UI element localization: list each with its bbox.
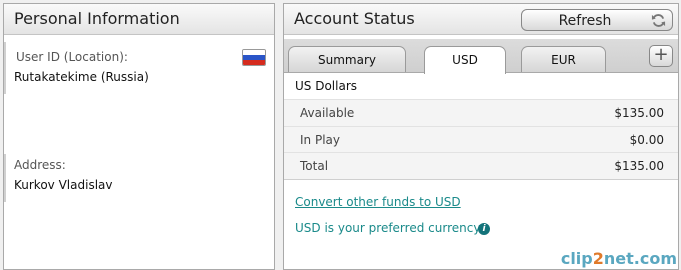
preferred-currency-note: USD is your preferred currency	[295, 221, 481, 235]
watermark-text: net.com	[603, 249, 677, 268]
add-tab-button[interactable]: +	[649, 45, 673, 67]
user-id-value: Rutakatekime (Russia)	[14, 70, 149, 84]
personal-info-title: Personal Information	[14, 9, 180, 28]
balance-label: Total	[300, 159, 329, 173]
balance-value: $135.00	[614, 159, 664, 173]
plus-icon: +	[653, 44, 669, 65]
user-id-label: User ID (Location):	[16, 50, 128, 64]
divider	[4, 42, 6, 94]
tab-usd[interactable]: USD	[424, 46, 506, 74]
balance-table: Available $135.00 In Play $0.00 Total $1…	[284, 99, 678, 180]
watermark-text: clip	[560, 249, 593, 268]
tab-summary-label: Summary	[318, 53, 376, 67]
tab-eur-label: EUR	[551, 53, 576, 67]
refresh-label: Refresh	[558, 13, 612, 29]
address-value: Kurkov Vladislav	[14, 178, 113, 192]
account-status-panel: Account Status Refresh Summary USD EUR +…	[283, 3, 679, 270]
refresh-icon	[651, 14, 666, 27]
personal-info-header: Personal Information	[4, 4, 274, 35]
balance-row-available: Available $135.00	[284, 99, 678, 126]
tab-usd-label: USD	[452, 53, 478, 67]
balance-row-in-play: In Play $0.00	[284, 126, 678, 153]
info-icon[interactable]: i	[478, 223, 490, 235]
currency-tabbar: Summary USD EUR +	[284, 39, 678, 74]
watermark-logo: clip2net.com	[561, 249, 677, 268]
balance-row-total: Total $135.00	[284, 152, 678, 179]
balance-value: $135.00	[614, 106, 664, 120]
convert-funds-link[interactable]: Convert other funds to USD	[295, 195, 461, 209]
personal-info-panel: Personal Information User ID (Location):…	[3, 3, 275, 270]
balance-value: $0.00	[629, 133, 664, 147]
address-label: Address:	[14, 158, 66, 172]
divider	[4, 154, 6, 202]
account-status-title: Account Status	[294, 9, 415, 28]
currency-title: US Dollars	[284, 73, 678, 99]
refresh-button[interactable]: Refresh	[521, 9, 673, 31]
tab-eur[interactable]: EUR	[521, 46, 606, 72]
watermark-text: 2	[592, 249, 604, 268]
tab-summary[interactable]: Summary	[288, 46, 406, 72]
russia-flag-icon	[242, 49, 266, 66]
balance-label: Available	[300, 106, 355, 120]
account-status-header: Account Status Refresh	[284, 4, 678, 35]
balance-label: In Play	[300, 133, 340, 147]
